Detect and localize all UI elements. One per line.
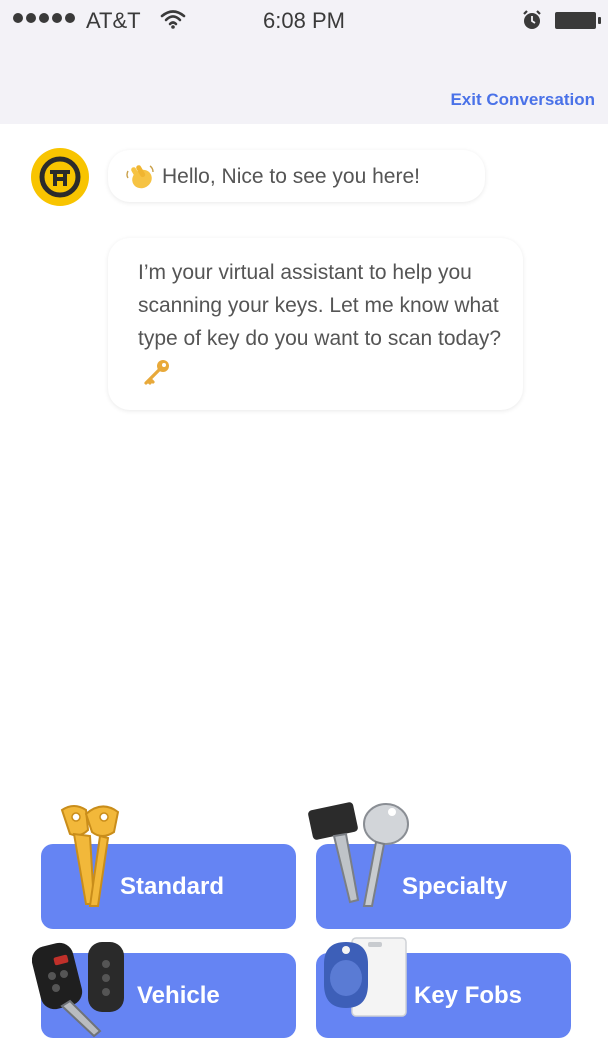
assistant-avatar	[31, 148, 89, 206]
exit-conversation-button[interactable]: Exit Conversation	[450, 90, 595, 110]
standard-keys-icon	[60, 805, 120, 907]
battery-icon	[555, 12, 601, 29]
key-fobs-label: Key Fobs	[414, 982, 523, 1009]
key-icon	[144, 360, 169, 386]
status-bar: AT&T 6:08 PM	[0, 0, 608, 40]
greeting-text: Hello, Nice to see you here!	[162, 165, 420, 188]
assistant-logo-icon	[39, 156, 81, 198]
clock-time: 6:08 PM	[263, 8, 345, 33]
assistant-message-bubble: I’m your virtual assistant to help you s…	[108, 238, 523, 410]
header: AT&T 6:08 PM Exit Conversation	[0, 0, 608, 124]
vehicle-key-icon	[32, 942, 124, 1038]
specialty-keys-icon	[308, 802, 409, 907]
assistant-message-text: I’m your virtual assistant to help you s…	[138, 261, 502, 350]
waving-hand-icon	[126, 165, 154, 189]
specialty-label: Specialty	[402, 873, 508, 900]
alarm-icon	[523, 10, 541, 29]
vehicle-label: Vehicle	[137, 982, 220, 1009]
key-fob-icon	[324, 937, 407, 1017]
greeting-bubble: Hello, Nice to see you here!	[108, 150, 485, 202]
